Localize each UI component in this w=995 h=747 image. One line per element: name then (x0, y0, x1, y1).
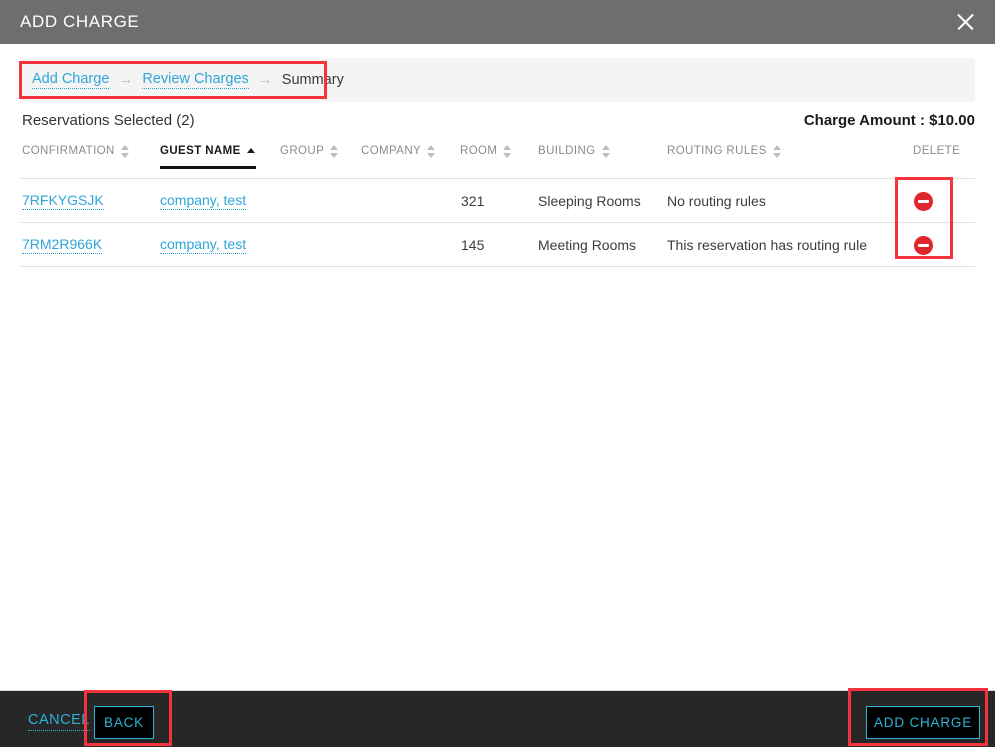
cell-building: Meeting Rooms (538, 223, 636, 267)
table-header: CONFIRMATION GUEST NAME GROUP COMPANY RO… (0, 145, 995, 178)
row-separator (20, 266, 975, 267)
cell-building: Sleeping Rooms (538, 179, 641, 223)
column-header-group[interactable]: GROUP (280, 145, 339, 158)
sort-arrows-icon (121, 145, 130, 158)
close-icon[interactable] (943, 0, 987, 44)
cell-guest-name[interactable]: company, test (160, 179, 246, 223)
breadcrumb-separator-icon: → (118, 72, 133, 88)
sort-arrows-icon (602, 145, 611, 158)
cell-room: 145 (461, 223, 484, 267)
column-header-company[interactable]: COMPANY (361, 145, 436, 158)
cell-delete[interactable] (914, 223, 933, 267)
sort-arrows-icon (773, 145, 782, 158)
cell-confirmation[interactable]: 7RFKYGSJK (22, 179, 104, 223)
page-title: ADD CHARGE (0, 12, 139, 32)
add-charge-button[interactable]: ADD CHARGE (866, 706, 980, 739)
column-header-delete: DELETE (913, 145, 960, 158)
column-header-confirmation[interactable]: CONFIRMATION (22, 145, 130, 158)
active-column-underline (160, 166, 256, 169)
reservations-selected-label: Reservations Selected (2) (22, 112, 195, 129)
delete-minus-icon[interactable] (914, 192, 933, 211)
cell-confirmation[interactable]: 7RM2R966K (22, 223, 102, 267)
sort-ascending-icon (247, 145, 256, 158)
charge-amount-label: Charge Amount : $10.00 (804, 112, 975, 129)
cell-routing-rules: This reservation has routing rule (667, 223, 867, 267)
table-row: 7RFKYGSJK company, test 321 Sleeping Roo… (0, 179, 995, 223)
breadcrumb-separator-icon: → (258, 72, 273, 88)
column-header-building[interactable]: BUILDING (538, 145, 611, 158)
summary-row: Reservations Selected (2) Charge Amount … (22, 112, 975, 129)
delete-minus-icon[interactable] (914, 236, 933, 255)
breadcrumb: Add Charge → Review Charges → Summary (20, 58, 344, 102)
sort-arrows-icon (427, 145, 436, 158)
cell-delete[interactable] (914, 179, 933, 223)
breadcrumb-band: Add Charge → Review Charges → Summary (20, 58, 975, 102)
breadcrumb-item-summary: Summary (282, 72, 344, 88)
breadcrumb-item-add-charge[interactable]: Add Charge (32, 71, 109, 89)
cancel-link[interactable]: CANCEL (28, 712, 90, 731)
sort-arrows-icon (330, 145, 339, 158)
dialog-titlebar: ADD CHARGE (0, 0, 995, 44)
column-header-room[interactable]: ROOM (460, 145, 512, 158)
cell-room: 321 (461, 179, 484, 223)
sort-arrows-icon (503, 145, 512, 158)
column-header-routing-rules[interactable]: ROUTING RULES (667, 145, 782, 158)
cell-guest-name[interactable]: company, test (160, 223, 246, 267)
back-button[interactable]: BACK (94, 706, 154, 739)
breadcrumb-item-review-charges[interactable]: Review Charges (142, 71, 248, 89)
column-header-guest-name[interactable]: GUEST NAME (160, 145, 256, 158)
cell-routing-rules: No routing rules (667, 179, 766, 223)
table-row: 7RM2R966K company, test 145 Meeting Room… (0, 223, 995, 267)
